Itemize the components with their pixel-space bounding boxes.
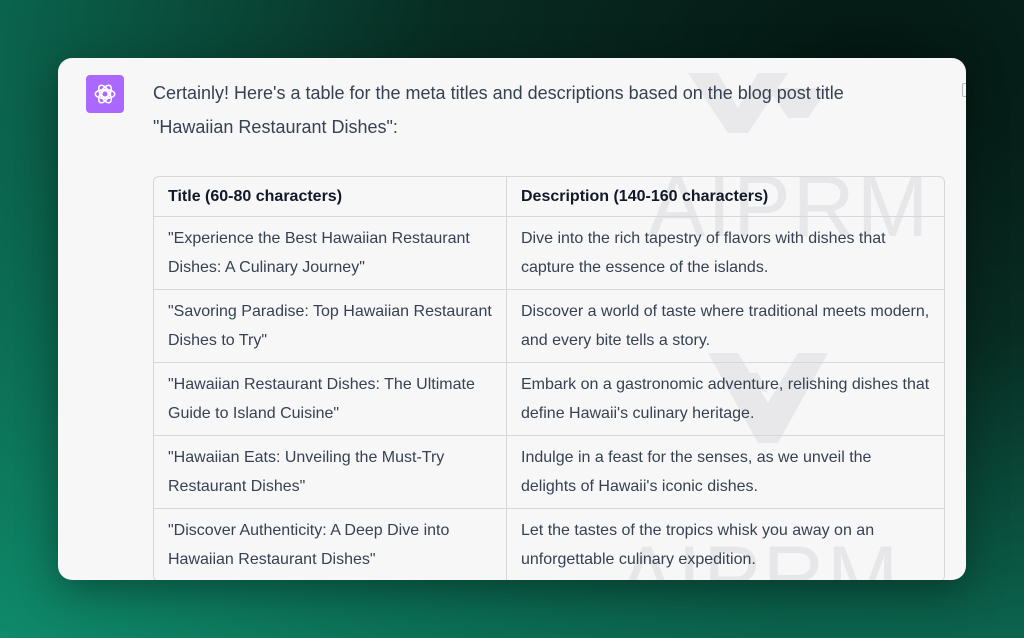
table-cell-title: "Hawaiian Restaurant Dishes: The Ultimat…	[154, 363, 507, 436]
table-cell-description: Discover a world of taste where traditio…	[507, 290, 944, 363]
table-cell-description: Embark on a gastronomic adventure, relis…	[507, 363, 944, 436]
table-row: "Hawaiian Restaurant Dishes: The Ultimat…	[154, 363, 944, 436]
message-line-1: Certainly! Here's a table for the meta t…	[153, 83, 844, 103]
message-line-2: "Hawaiian Restaurant Dishes":	[153, 117, 398, 137]
table-row: "Experience the Best Hawaiian Restaurant…	[154, 217, 944, 290]
assistant-message-text: Certainly! Here's a table for the meta t…	[153, 76, 933, 144]
table-cell-title: "Hawaiian Eats: Unveiling the Must-Try R…	[154, 436, 507, 509]
assistant-avatar	[86, 75, 124, 113]
table-cell-title: "Experience the Best Hawaiian Restaurant…	[154, 217, 507, 290]
meta-titles-table: Title (60-80 characters) Description (14…	[153, 176, 945, 580]
table-row: "Savoring Paradise: Top Hawaiian Restaur…	[154, 290, 944, 363]
table-row: "Hawaiian Eats: Unveiling the Must-Try R…	[154, 436, 944, 509]
table-cell-title: "Savoring Paradise: Top Hawaiian Restaur…	[154, 290, 507, 363]
table-header-row: Title (60-80 characters) Description (14…	[154, 177, 944, 217]
copy-icon[interactable]	[962, 83, 966, 97]
table-cell-description: Indulge in a feast for the senses, as we…	[507, 436, 944, 509]
table-row: "Discover Authenticity: A Deep Dive into…	[154, 509, 944, 580]
table-cell-description: Dive into the rich tapestry of flavors w…	[507, 217, 944, 290]
table-cell-title: "Discover Authenticity: A Deep Dive into…	[154, 509, 507, 580]
chat-message-card: AIPRM AIPRM Certainly! Here's a table fo…	[58, 58, 966, 580]
table-header-title: Title (60-80 characters)	[154, 177, 507, 217]
table-header-description: Description (140-160 characters)	[507, 177, 944, 217]
table-cell-description: Let the tastes of the tropics whisk you …	[521, 522, 875, 568]
openai-logo-icon	[94, 84, 116, 104]
